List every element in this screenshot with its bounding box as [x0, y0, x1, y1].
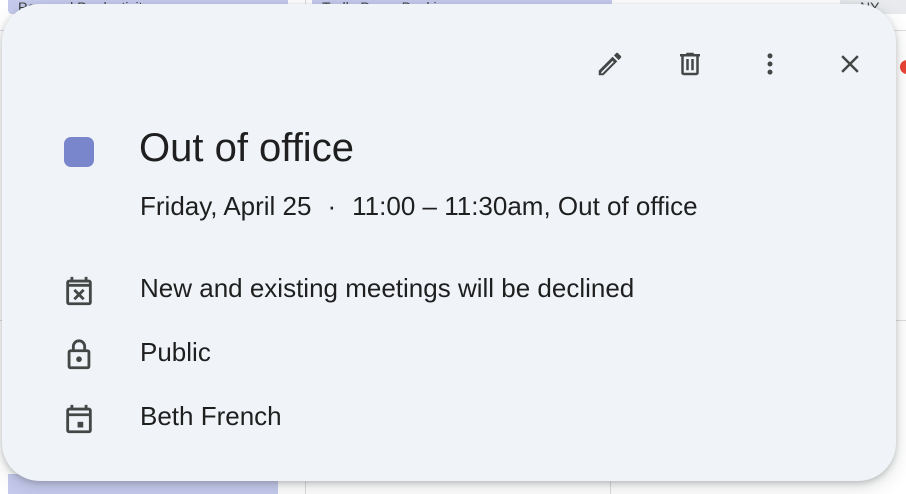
pencil-icon — [598, 52, 622, 76]
more-vert-icon — [767, 53, 773, 75]
trash-icon — [680, 52, 700, 76]
visibility-label: Public — [140, 337, 211, 367]
calendar-icon — [62, 402, 96, 436]
separator-dot: · — [327, 191, 337, 221]
lock-icon — [62, 338, 96, 372]
event-date: Friday, April 25 — [140, 191, 312, 221]
calendar-owner: Beth French — [140, 401, 282, 431]
popover-toolbar — [586, 40, 874, 88]
event-color-swatch — [64, 137, 94, 167]
calendar-x-icon — [62, 274, 96, 308]
event-details-popover: Out of office Friday, April 25 · 11:00 – 1… — [2, 4, 896, 481]
current-time-indicator — [900, 60, 906, 74]
detail-row-decline: New and existing meetings will be declin… — [2, 269, 896, 309]
delete-event-button[interactable] — [666, 40, 714, 88]
close-button[interactable] — [826, 40, 874, 88]
edit-event-button[interactable] — [586, 40, 634, 88]
decline-notice: New and existing meetings will be declin… — [140, 273, 635, 303]
event-time: 11:00 – 11:30am, Out of office — [352, 191, 698, 221]
detail-row-visibility: Public — [2, 333, 896, 373]
event-title: Out of office — [139, 126, 354, 170]
close-icon — [841, 55, 859, 73]
event-datetime: Friday, April 25 · 11:00 – 11:30am, Out of… — [140, 191, 698, 222]
more-options-button[interactable] — [746, 40, 794, 88]
detail-row-calendar: Beth French — [2, 397, 896, 437]
